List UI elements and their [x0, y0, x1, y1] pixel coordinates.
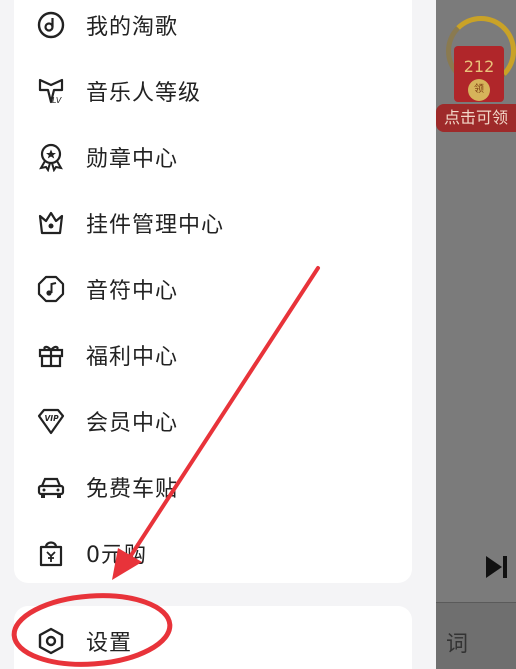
- menu-card: 我的淘歌 LV 音乐人等级 勋章中心 挂件管理中心 音符中心 福利中心 VIP …: [14, 0, 412, 583]
- menu-item-free-car-sticker[interactable]: 免费车贴: [36, 462, 396, 512]
- menu-item-my-songs[interactable]: 我的淘歌: [36, 0, 396, 50]
- musician-level-icon: LV: [36, 76, 66, 106]
- svg-text:LV: LV: [52, 96, 62, 105]
- reward-amount: 212: [463, 57, 495, 76]
- reward-claim-button[interactable]: 点击可领: [436, 104, 516, 132]
- menu-item-label: 挂件管理中心: [86, 213, 225, 238]
- menu-item-label: 福利中心: [86, 345, 179, 370]
- music-note-icon: [36, 274, 66, 304]
- menu-item-vip-center[interactable]: VIP 会员中心: [36, 396, 396, 446]
- reward-coin: 领: [468, 79, 490, 101]
- menu-item-medal-center[interactable]: 勋章中心: [36, 132, 396, 182]
- side-drawer: 我的淘歌 LV 音乐人等级 勋章中心 挂件管理中心 音符中心 福利中心 VIP …: [0, 0, 436, 669]
- menu-item-label: 免费车贴: [86, 477, 179, 502]
- gift-icon: [36, 340, 66, 370]
- shopping-bag-icon: [36, 538, 66, 568]
- menu-item-label: 0元购: [86, 543, 147, 568]
- menu-item-label: 音符中心: [86, 279, 179, 304]
- settings-card: 设置: [14, 606, 412, 669]
- menu-item-label: 我的淘歌: [86, 15, 179, 40]
- menu-item-label: 会员中心: [86, 411, 179, 436]
- car-icon: [36, 472, 66, 502]
- menu-item-settings[interactable]: 设置: [36, 616, 396, 666]
- menu-item-label: 勋章中心: [86, 147, 179, 172]
- menu-item-welfare-center[interactable]: 福利中心: [36, 330, 396, 380]
- menu-item-pendant-center[interactable]: 挂件管理中心: [36, 198, 396, 248]
- music-disc-icon: [36, 10, 66, 40]
- crown-icon: [36, 208, 66, 238]
- medal-icon: [36, 142, 66, 172]
- vip-diamond-icon: VIP: [36, 406, 66, 436]
- reward-widget[interactable]: 212 领 点击可领: [436, 16, 516, 134]
- settings-hexagon-icon: [36, 626, 66, 656]
- menu-item-label: 音乐人等级: [86, 81, 202, 106]
- menu-item-label: 设置: [86, 631, 133, 656]
- menu-item-note-center[interactable]: 音符中心: [36, 264, 396, 314]
- lyrics-button[interactable]: 词: [446, 626, 516, 658]
- menu-item-zero-yuan-purchase[interactable]: 0元购: [36, 528, 396, 578]
- next-track-icon[interactable]: [482, 553, 510, 581]
- menu-item-musician-level[interactable]: LV 音乐人等级: [36, 66, 396, 116]
- svg-text:VIP: VIP: [45, 414, 60, 423]
